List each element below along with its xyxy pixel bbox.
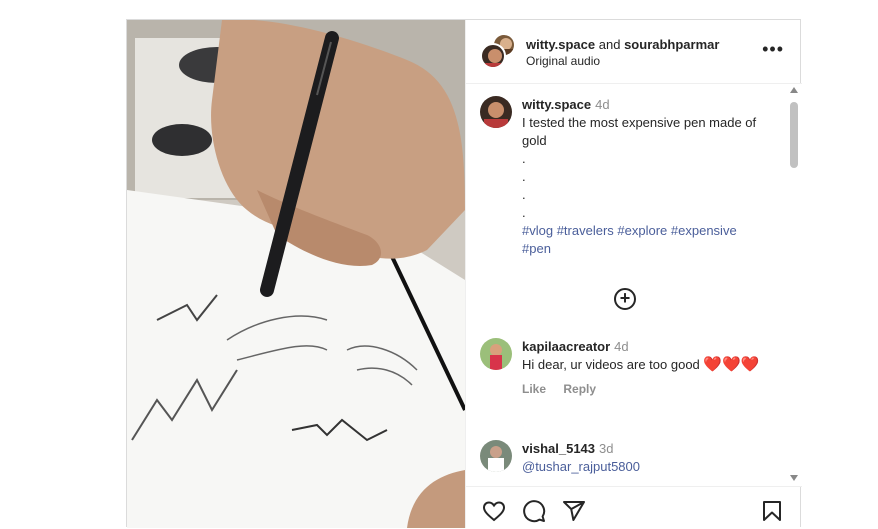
share-icon[interactable] <box>562 499 586 523</box>
video-frame <box>127 20 465 528</box>
caption-dot: . <box>522 187 526 202</box>
avatar[interactable] <box>480 338 512 370</box>
caption-text: I tested the most expensive pen made of … <box>522 115 757 148</box>
collab-avatars[interactable] <box>480 33 516 69</box>
avatar[interactable] <box>480 96 512 128</box>
scrollbar[interactable] <box>786 84 802 486</box>
caption-dot: . <box>522 151 526 166</box>
hashtags: #vlog #travelers #explore #expensive #pe… <box>522 222 768 258</box>
action-bar <box>466 486 802 529</box>
caption-dot: . <box>522 205 526 220</box>
comment-message: Hi dear, ur videos are too good <box>522 357 700 372</box>
scrollbar-thumb[interactable] <box>790 102 798 168</box>
post-dialog: witty.space and sourabhparmar Original a… <box>126 19 802 528</box>
username-link[interactable]: vishal_5143 <box>522 441 595 456</box>
heart-icon[interactable] <box>482 499 506 523</box>
mention-link[interactable]: @tushar_rajput5800 <box>522 458 768 476</box>
timestamp: 3d <box>599 441 614 456</box>
comment-body: kapilaacreator 4d Hi dear, ur videos are … <box>522 338 768 398</box>
audio-link[interactable]: Original audio <box>526 54 600 68</box>
scroll-down-arrow-icon[interactable] <box>790 475 798 481</box>
avatar[interactable] <box>480 440 512 472</box>
scroll-up-arrow-icon[interactable] <box>790 87 798 93</box>
collab-title: witty.space and sourabhparmar <box>526 36 719 53</box>
plus-circle-icon[interactable]: + <box>614 288 636 310</box>
comment-meta: Like Reply <box>522 380 768 398</box>
username-link[interactable]: sourabhparmar <box>624 37 719 52</box>
post-video[interactable] <box>127 20 465 528</box>
more-horizontal-icon[interactable]: ••• <box>762 40 784 58</box>
username-link[interactable]: witty.space <box>526 37 595 52</box>
post-header: witty.space and sourabhparmar Original a… <box>466 20 802 84</box>
like-button[interactable]: Like <box>522 382 546 396</box>
heart-emoji: ❤️❤️❤️ <box>703 356 760 373</box>
comment-icon[interactable] <box>522 499 546 523</box>
hashtag-link[interactable]: #expensive <box>671 223 737 238</box>
username-link[interactable]: witty.space <box>522 97 591 112</box>
timestamp: 4d <box>614 339 629 354</box>
post-sidebar: witty.space and sourabhparmar Original a… <box>465 20 802 528</box>
reply-button[interactable]: Reply <box>563 382 596 396</box>
hashtag-link[interactable]: #pen <box>522 241 551 256</box>
bookmark-icon[interactable] <box>760 499 784 523</box>
caption-dot: . <box>522 169 526 184</box>
caption-body: witty.space 4d I tested the most expensiv… <box>522 96 768 258</box>
avatar[interactable] <box>480 43 506 69</box>
hashtag-link[interactable]: #explore <box>617 223 667 238</box>
and-text: and <box>598 37 621 52</box>
comments-area[interactable]: witty.space 4d I tested the most expensiv… <box>466 84 802 486</box>
hashtag-link[interactable]: #travelers <box>557 223 614 238</box>
comment-body: vishal_5143 3d @tushar_rajput5800 <box>522 440 768 476</box>
username-link[interactable]: kapilaacreator <box>522 339 610 354</box>
hashtag-link[interactable]: #vlog <box>522 223 553 238</box>
comment-text: Hi dear, ur videos are too good ❤️❤️❤️ <box>522 356 768 374</box>
timestamp: 4d <box>595 97 610 112</box>
